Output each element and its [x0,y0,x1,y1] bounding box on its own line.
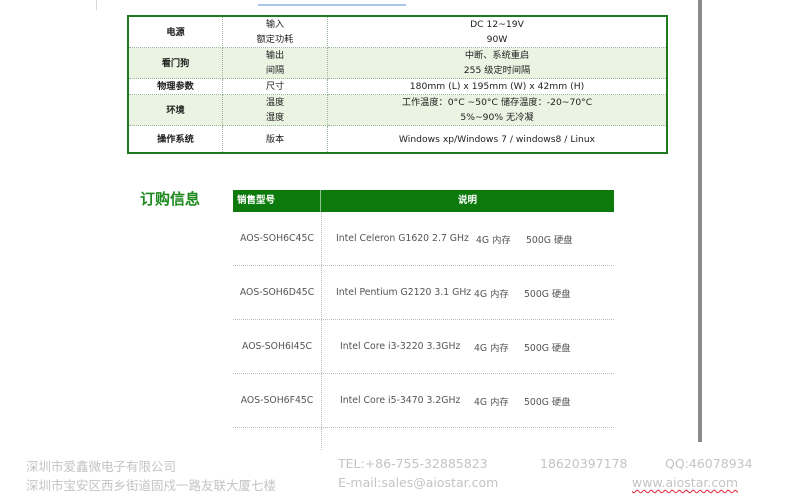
spec-subitem: 间隔 [265,65,285,76]
spec-subitem: 温度 [265,97,285,108]
spec-values: 中断、系统重启 255 级定时间隔 [327,47,668,79]
spec-row-os: 操作系统 版本 Windows xp/Windows 7 / windows8 … [127,125,668,154]
spec-row-environment: 环境 温度 湿度 工作温度：0°C ~50°C 储存温度：-20~70°C 5%… [127,94,668,126]
cpu-spec: Intel Core i3-3220 3.3GHz [340,341,461,352]
model-description: Intel Celeron G1620 2.7 GHz 4G 内存 500G 硬… [322,212,614,265]
memory-spec: 4G 内存 [474,342,509,354]
spec-table: 电源 输入 额定功耗 DC 12~19V 90W 看门狗 输出 间隔 中断、系统… [127,15,668,154]
spec-subitem: 湿度 [265,112,285,123]
page-edge-left [96,0,97,10]
spec-value: 中断、系统重启 [464,50,530,61]
header-model: 销售型号 [233,190,321,212]
order-table: 销售型号 说明 AOS-SOH6C45C Intel Celeron G1620… [233,190,614,450]
footer-company: 深圳市爱鑫微电子有限公司 [26,459,177,474]
spec-category: 操作系统 [127,125,223,154]
page-edge-right [698,0,702,442]
table-row: AOS-SOH6D45C Intel Pentium G2120 3.1 GHz… [233,266,614,320]
memory-spec: 4G 内存 [476,234,511,246]
spec-value: 90W [486,34,508,45]
model-number-empty [233,428,322,450]
spec-subitem: 额定功耗 [256,34,294,45]
model-number: AOS-SOH6F45C [233,374,322,427]
spec-subitems: 尺寸 [222,78,328,95]
spec-subitem: 尺寸 [265,81,285,92]
model-description-empty [322,428,614,450]
spec-value: DC 12~19V [470,19,524,30]
page-scroll-indicator [258,4,406,6]
table-row-empty [233,428,614,450]
spec-value: 5%~90% 无冷凝 [460,112,534,123]
footer-mobile: 18620397178 [540,456,628,471]
spec-subitems: 输出 间隔 [222,47,328,79]
disk-spec: 500G 硬盘 [526,234,573,246]
spec-value: 180mm (L) x 195mm (W) x 42mm (H) [409,81,585,92]
spec-values: DC 12~19V 90W [327,15,668,48]
model-description: Intel Core i5-3470 3.2GHz 4G 内存 500G 硬盘 [322,374,614,427]
disk-spec: 500G 硬盘 [524,342,571,354]
spec-subitem: 输入 [265,19,285,30]
model-number: AOS-SOH6C45C [233,212,322,265]
spec-values: Windows xp/Windows 7 / windows8 / Linux [327,125,668,154]
footer-website-link[interactable]: www.aiostar.com [632,475,738,490]
disk-spec: 500G 硬盘 [524,288,571,300]
spec-values: 180mm (L) x 195mm (W) x 42mm (H) [327,78,668,95]
spec-category: 电源 [127,15,223,48]
footer-phone: TEL:+86-755-32885823 [338,456,488,471]
spec-subitems: 版本 [222,125,328,154]
spec-category: 看门狗 [127,47,223,79]
model-number: AOS-SOH6D45C [233,266,322,319]
order-table-header: 销售型号 说明 [233,190,614,212]
table-row: AOS-SOH6C45C Intel Celeron G1620 2.7 GHz… [233,212,614,266]
table-row: AOS-SOH6F45C Intel Core i5-3470 3.2GHz 4… [233,374,614,428]
spec-subitem: 版本 [265,133,285,145]
model-description: Intel Core i3-3220 3.3GHz 4G 内存 500G 硬盘 [322,320,614,373]
header-description: 说明 [457,195,477,206]
cpu-spec: Intel Celeron G1620 2.7 GHz [336,233,469,244]
memory-spec: 4G 内存 [474,396,509,408]
page-footer: 深圳市爱鑫微电子有限公司 深圳市宝安区西乡街道固戍一路友联大厦七楼 TEL:+8… [0,448,801,496]
spec-row-physical: 物理参数 尺寸 180mm (L) x 195mm (W) x 42mm (H) [127,78,668,95]
memory-spec: 4G 内存 [474,288,509,300]
spec-row-watchdog: 看门狗 输出 间隔 中断、系统重启 255 级定时间隔 [127,47,668,79]
spec-category: 物理参数 [127,78,223,95]
cpu-spec: Intel Core i5-3470 3.2GHz [340,395,461,406]
footer-qq: QQ:46078934 [665,456,753,471]
spec-category: 环境 [127,94,223,126]
spec-value: Windows xp/Windows 7 / windows8 / Linux [398,133,596,145]
spec-subitem: 输出 [265,50,285,61]
spec-value: 255 级定时间隔 [463,65,531,76]
spec-subitems: 输入 额定功耗 [222,15,328,48]
order-section-title: 订购信息 [140,190,201,208]
model-description: Intel Pentium G2120 3.1 GHz 4G 内存 500G 硬… [322,266,614,319]
footer-address: 深圳市宝安区西乡街道固戍一路友联大厦七楼 [26,478,277,493]
spec-subitems: 温度 湿度 [222,94,328,126]
footer-email[interactable]: E-mail:sales@aiostar.com [338,475,498,490]
model-number: AOS-SOH6I45C [233,320,322,373]
spec-values: 工作温度：0°C ~50°C 储存温度：-20~70°C 5%~90% 无冷凝 [327,94,668,126]
spec-value: 工作温度：0°C ~50°C 储存温度：-20~70°C [401,97,593,108]
table-row: AOS-SOH6I45C Intel Core i3-3220 3.3GHz 4… [233,320,614,374]
spec-row-power: 电源 输入 额定功耗 DC 12~19V 90W [127,15,668,48]
cpu-spec: Intel Pentium G2120 3.1 GHz [336,287,472,298]
disk-spec: 500G 硬盘 [524,396,571,408]
